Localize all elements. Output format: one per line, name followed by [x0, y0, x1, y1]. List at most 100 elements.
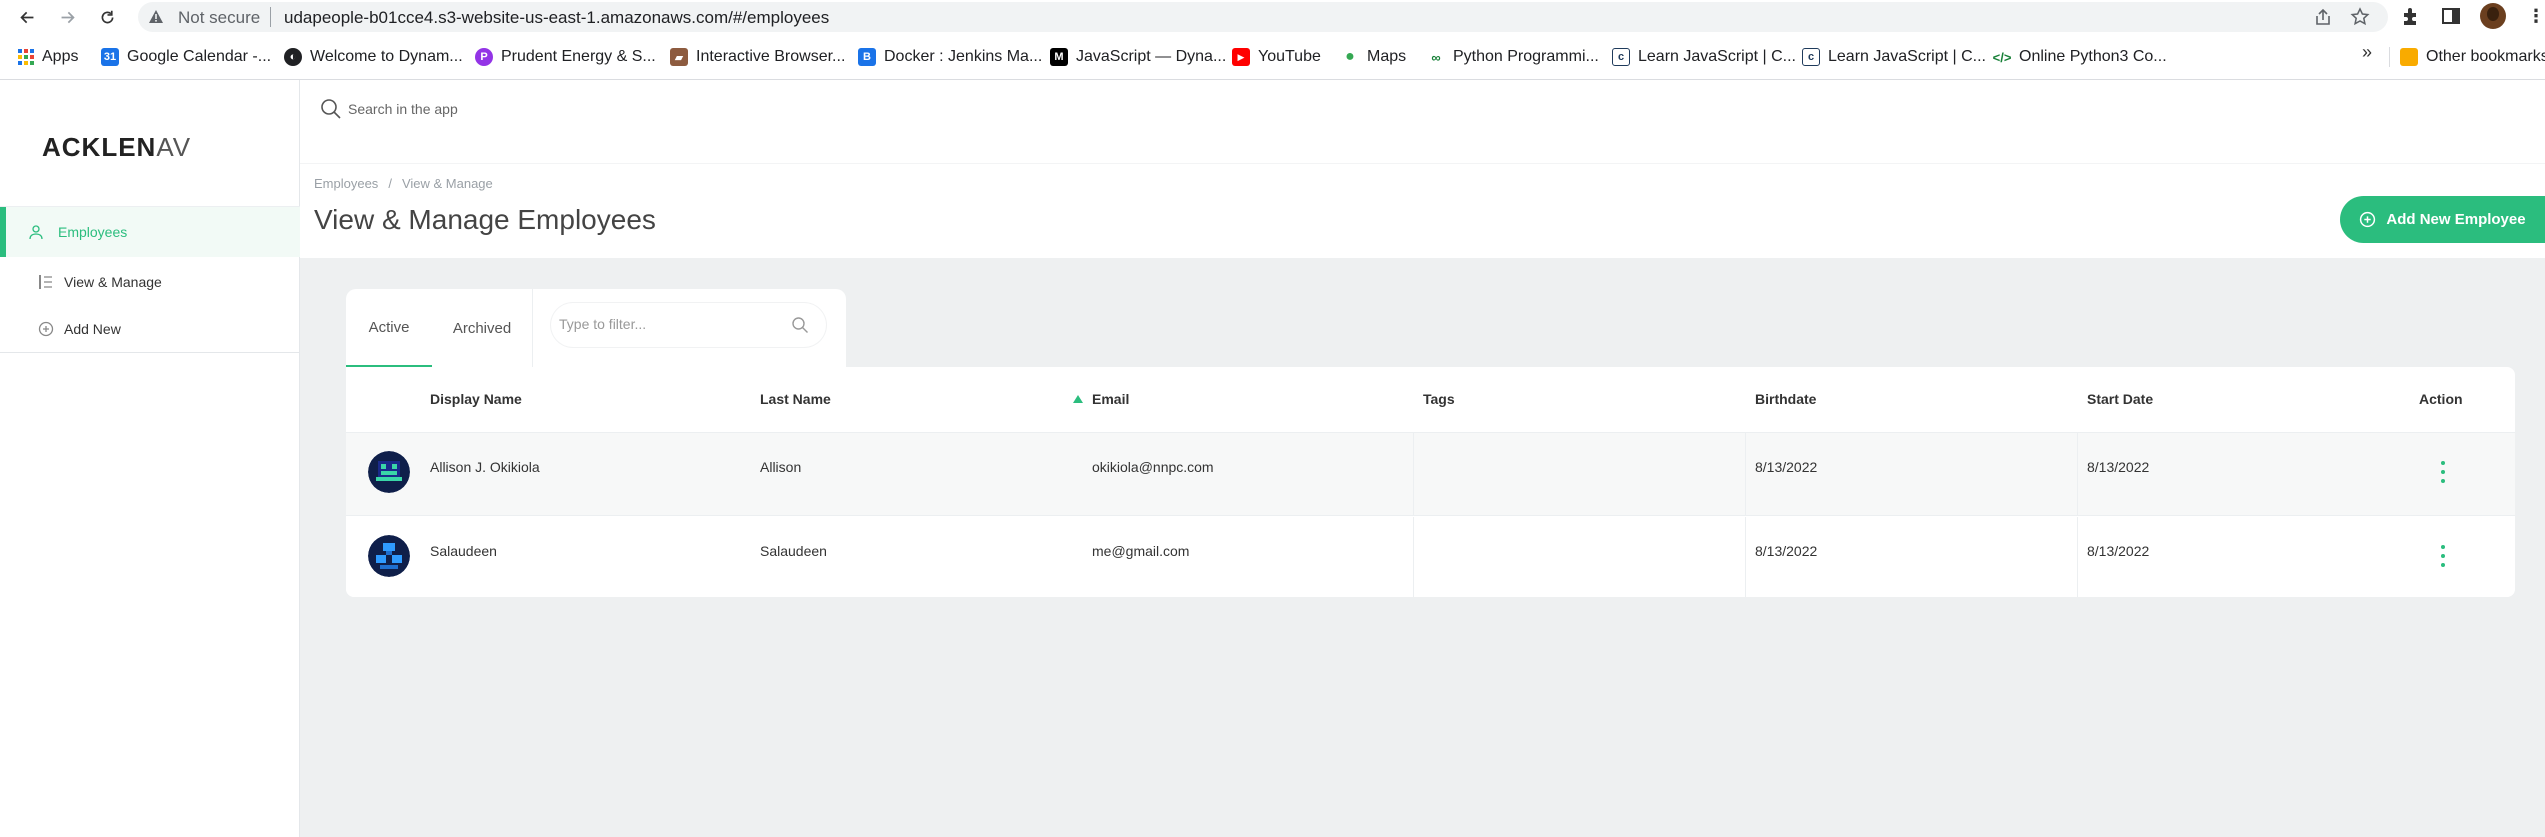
- bookmark-learn-javascript-2[interactable]: c Learn JavaScript | C...: [1802, 45, 1986, 69]
- bookmark-label: Welcome to Dynam...: [310, 48, 463, 65]
- docker-b-icon: B: [858, 48, 876, 66]
- browser-toolbar: Not secure udapeople-b01cce4.s3-website-…: [0, 0, 2545, 34]
- bookmark-apps[interactable]: Apps: [18, 45, 78, 69]
- bookmark-youtube[interactable]: ▶ YouTube: [1232, 45, 1321, 69]
- warning-icon: [149, 10, 163, 23]
- reload-icon: [101, 10, 113, 23]
- youtube-icon: ▶: [1232, 48, 1250, 66]
- avatar: [368, 451, 410, 493]
- column-divider: [1745, 433, 1746, 516]
- add-new-employee-button[interactable]: Add New Employee: [2340, 196, 2545, 243]
- page-title: View & Manage Employees: [314, 204, 656, 235]
- maps-pin-icon: ●: [1345, 48, 1355, 65]
- bookmark-label: Google Calendar -...: [127, 48, 272, 65]
- tab-active[interactable]: Active: [346, 289, 432, 367]
- code-icon: </>: [1992, 49, 2012, 65]
- bookmark-label: JavaScript — Dyna...: [1076, 48, 1227, 65]
- cell-email: okikiola@nnpc.com: [1092, 459, 1214, 475]
- side-panel-icon[interactable]: [2440, 5, 2462, 27]
- employees-table: Display Name Last Name Email Tags Birthd…: [346, 367, 2515, 597]
- page-header: Employees / View & Manage View & Manage Em…: [300, 163, 2545, 258]
- arrow-left-icon: [19, 11, 33, 23]
- profile-avatar[interactable]: [2480, 3, 2506, 29]
- sort-ascending-icon[interactable]: [1073, 395, 1083, 403]
- address-bar[interactable]: Not secure udapeople-b01cce4.s3-website-…: [138, 2, 2388, 32]
- sidebar-divider: [0, 352, 300, 353]
- learn-icon: c: [1612, 48, 1630, 66]
- extensions-icon[interactable]: [2400, 5, 2422, 27]
- row-actions-icon[interactable]: [2440, 545, 2446, 567]
- column-header-email[interactable]: Email: [1092, 391, 1129, 407]
- medium-icon: M: [1050, 48, 1068, 66]
- tab-archived[interactable]: Archived: [432, 289, 532, 367]
- prudent-icon: P: [475, 48, 493, 66]
- sidebar-item-employees[interactable]: Employees: [0, 207, 300, 257]
- table-row[interactable]: Salaudeen Salaudeen me@gmail.com 8/13/20…: [346, 517, 2515, 597]
- sidebar-item-view-manage[interactable]: View & Manage: [38, 274, 162, 290]
- calendar-icon: 31: [101, 48, 119, 66]
- column-header-birthdate[interactable]: Birthdate: [1755, 391, 1816, 407]
- reload-button[interactable]: [94, 4, 120, 30]
- column-header-tags[interactable]: Tags: [1423, 391, 1455, 407]
- column-divider: [2077, 433, 2078, 516]
- bookmark-label: Apps: [42, 48, 79, 65]
- bookmark-online-python3[interactable]: </> Online Python3 Co...: [1993, 45, 2167, 69]
- bookmark-docker-jenkins[interactable]: B Docker : Jenkins Ma...: [858, 45, 1042, 69]
- bookmarks-bar: Apps 31 Google Calendar -... ◐ Welcome t…: [0, 34, 2545, 80]
- filter-card: Active Archived: [346, 289, 846, 367]
- apps-grid-icon: [18, 49, 34, 65]
- row-actions-icon[interactable]: [2440, 461, 2446, 483]
- app-search-input[interactable]: [348, 97, 948, 121]
- bookmarks-overflow-button[interactable]: »: [2362, 42, 2372, 63]
- sidebar-item-label: Add New: [64, 321, 121, 337]
- bookmark-label: Docker : Jenkins Ma...: [884, 48, 1043, 65]
- sidebar-item-label: Employees: [58, 224, 128, 240]
- address-separator: [270, 7, 271, 27]
- cell-birthdate: 8/13/2022: [1755, 459, 1818, 475]
- bookmark-python-programming[interactable]: ∞ Python Programmi...: [1427, 45, 1598, 69]
- star-icon[interactable]: [2350, 7, 2370, 27]
- plus-circle-icon: [38, 321, 54, 337]
- back-button[interactable]: [14, 4, 40, 30]
- bookmark-label: Maps: [1367, 48, 1407, 65]
- bookmark-other[interactable]: Other bookmarks: [2400, 45, 2545, 69]
- sidebar-item-add-new[interactable]: Add New: [38, 321, 121, 337]
- column-divider: [2077, 517, 2078, 597]
- column-divider: [1413, 433, 1414, 516]
- filter-box: [551, 303, 826, 347]
- column-header-start-date[interactable]: Start Date: [2087, 391, 2153, 407]
- bookmark-learn-javascript-1[interactable]: c Learn JavaScript | C...: [1612, 45, 1796, 69]
- browser-menu-icon[interactable]: ⋮: [2527, 7, 2545, 25]
- search-icon[interactable]: [791, 316, 809, 334]
- column-header-last-name[interactable]: Last Name: [760, 391, 831, 407]
- table-row[interactable]: Allison J. Okikiola Allison okikiola@nnp…: [346, 433, 2515, 516]
- column-header-display-name[interactable]: Display Name: [430, 391, 522, 407]
- bookmark-welcome-dynam[interactable]: ◐ Welcome to Dynam...: [284, 45, 463, 69]
- cell-last-name: Salaudeen: [760, 543, 827, 559]
- logo-text-bold: ACKLEN: [42, 132, 157, 162]
- app-logo[interactable]: ACKLENAV: [42, 132, 191, 163]
- bookmark-label: Online Python3 Co...: [2019, 48, 2167, 65]
- sidebar: ACKLENAV Employees View & Manage Add New: [0, 80, 300, 837]
- python-icon: ∞: [1431, 49, 1441, 65]
- bookmark-google-calendar[interactable]: 31 Google Calendar -...: [101, 45, 271, 69]
- bookmark-maps[interactable]: ● Maps: [1341, 45, 1406, 69]
- breadcrumb-item-employees[interactable]: Employees: [314, 176, 378, 191]
- bookmarks-separator: [2389, 47, 2390, 67]
- url-text[interactable]: udapeople-b01cce4.s3-website-us-east-1.a…: [284, 9, 829, 26]
- forward-button[interactable]: [54, 4, 80, 30]
- bookmark-prudent-energy[interactable]: P Prudent Energy & S...: [475, 45, 656, 69]
- share-icon[interactable]: [2313, 7, 2333, 27]
- bookmark-label: Other bookmarks: [2426, 48, 2545, 65]
- bookmark-interactive-browser[interactable]: ▰ Interactive Browser...: [670, 45, 845, 69]
- security-status[interactable]: Not secure: [178, 9, 260, 26]
- sidebar-item-label: View & Manage: [64, 274, 162, 290]
- filter-input[interactable]: [559, 313, 779, 335]
- list-icon: [39, 275, 52, 289]
- arrow-right-icon: [61, 11, 75, 23]
- bookmark-javascript-dyna[interactable]: M JavaScript — Dyna...: [1050, 45, 1226, 69]
- logo-text-light: AV: [156, 132, 192, 162]
- breadcrumb-item-view-manage[interactable]: View & Manage: [402, 176, 493, 191]
- avatar: [368, 535, 410, 577]
- column-divider: [1413, 517, 1414, 597]
